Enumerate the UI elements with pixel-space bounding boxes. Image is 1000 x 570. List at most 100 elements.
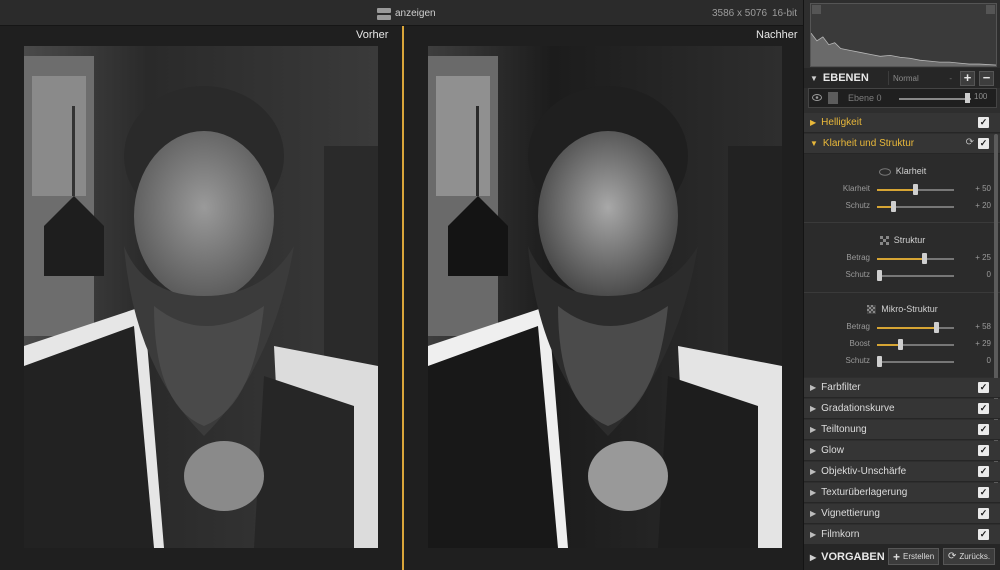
check-icon[interactable]: ✓ bbox=[978, 487, 989, 498]
presets-title: VORGABEN bbox=[821, 551, 885, 563]
image-dimensions: 3586 x 5076 bbox=[712, 8, 768, 19]
expand-triangle-icon: ▶ bbox=[810, 118, 817, 127]
filter-label: Klarheit und Struktur bbox=[822, 138, 915, 149]
expand-triangle-icon: ▶ bbox=[810, 509, 817, 518]
expand-triangle-icon[interactable]: ▶ bbox=[810, 553, 816, 562]
expand-triangle-icon: ▶ bbox=[810, 383, 817, 392]
slider-row[interactable]: Schutz + 20 bbox=[804, 200, 1000, 214]
slider-knob[interactable] bbox=[897, 339, 903, 350]
check-icon[interactable]: ✓ bbox=[978, 424, 989, 435]
check-icon[interactable]: ✓ bbox=[978, 117, 989, 128]
slider-label: Betrag bbox=[846, 253, 870, 262]
show-label: anzeigen bbox=[395, 8, 436, 19]
filter-gradationskurve[interactable]: ▶ Gradationskurve ✓ bbox=[804, 399, 1000, 419]
slider-value: + 29 bbox=[975, 339, 991, 348]
layer-thumbnail bbox=[828, 92, 838, 104]
group-separator bbox=[804, 292, 1000, 293]
filter-objektiv-unschaerfe[interactable]: ▶ Objektiv-Unschärfe ✓ bbox=[804, 462, 1000, 482]
slider-fill bbox=[877, 189, 913, 191]
slider-track[interactable] bbox=[877, 361, 954, 363]
layer-name: Ebene 0 bbox=[848, 93, 882, 103]
slider-row[interactable]: Betrag + 25 bbox=[804, 252, 1000, 266]
slider-label: Schutz bbox=[845, 201, 870, 210]
slider-value: + 25 bbox=[975, 253, 991, 262]
shadow-clip-indicator[interactable] bbox=[812, 5, 821, 14]
filter-helligkeit[interactable]: ▶ Helligkeit ✓ bbox=[804, 113, 1000, 133]
after-label: Nachher bbox=[756, 29, 798, 41]
filter-label: Filmkorn bbox=[821, 529, 860, 540]
layer-row[interactable]: Ebene 0 100 bbox=[808, 88, 997, 108]
slider-label: Schutz bbox=[845, 270, 870, 279]
slider-knob[interactable] bbox=[891, 201, 897, 212]
slider-row[interactable]: Klarheit + 50 bbox=[804, 183, 1000, 197]
slider-knob[interactable] bbox=[877, 270, 882, 281]
expand-triangle-icon: ▶ bbox=[810, 425, 817, 434]
filter-label: Farbfilter bbox=[821, 382, 861, 393]
fine-checker-icon bbox=[867, 305, 877, 315]
presets-footer: ▶ VORGABEN + Erstellen ⟳ Zurücks. bbox=[804, 544, 1000, 570]
check-icon[interactable]: ✓ bbox=[978, 403, 989, 414]
check-icon[interactable]: ✓ bbox=[978, 382, 989, 393]
slider-row[interactable]: Schutz 0 bbox=[804, 269, 1000, 283]
filter-texturueberlagerung[interactable]: ▶ Texturüberlagerung ✓ bbox=[804, 483, 1000, 503]
check-icon[interactable]: ✓ bbox=[978, 445, 989, 456]
layers-header: ▼ EBENEN Normal - + − bbox=[804, 68, 1000, 88]
slider-knob[interactable] bbox=[933, 322, 939, 333]
filter-teiltonung[interactable]: ▶ Teiltonung ✓ bbox=[804, 420, 1000, 440]
clarity-group-title: Klarheit bbox=[804, 166, 1000, 176]
slider-track[interactable] bbox=[877, 275, 954, 277]
slider-knob[interactable] bbox=[922, 253, 927, 264]
slider-knob[interactable] bbox=[877, 356, 882, 367]
check-icon[interactable]: ✓ bbox=[978, 529, 989, 540]
slider-fill bbox=[877, 206, 892, 208]
create-label: Erstellen bbox=[903, 552, 935, 561]
filter-label: Vignettierung bbox=[821, 508, 880, 519]
structure-group-title: Struktur bbox=[804, 235, 1000, 246]
reset-presets-button[interactable]: ⟳ Zurücks. bbox=[943, 548, 996, 565]
filter-farbfilter[interactable]: ▶ Farbfilter ✓ bbox=[804, 378, 1000, 398]
slider-row[interactable]: Schutz 0 bbox=[804, 355, 1000, 369]
filter-klarheit-und-struktur[interactable]: ▼ Klarheit und Struktur ⟳ ✓ bbox=[804, 134, 1000, 154]
slider-knob[interactable] bbox=[913, 184, 918, 195]
highlight-clip-indicator[interactable] bbox=[986, 5, 995, 14]
show-toggle-button[interactable]: anzeigen bbox=[377, 6, 436, 21]
micro-structure-group-title: Mikro-Struktur bbox=[804, 304, 1000, 315]
check-icon[interactable]: ✓ bbox=[978, 466, 989, 477]
slider-fill bbox=[877, 344, 898, 346]
eye-icon[interactable] bbox=[809, 93, 825, 103]
add-layer-button[interactable]: + bbox=[960, 71, 975, 86]
filter-filmkorn[interactable]: ▶ Filmkorn ✓ bbox=[804, 525, 1000, 545]
plus-icon: + bbox=[893, 549, 901, 564]
before-image bbox=[24, 46, 378, 548]
create-preset-button[interactable]: + Erstellen bbox=[888, 548, 940, 565]
slider-fill bbox=[877, 258, 922, 260]
slider-label: Betrag bbox=[846, 322, 870, 331]
check-icon[interactable]: ✓ bbox=[978, 138, 989, 149]
refresh-icon[interactable]: ⟳ bbox=[966, 137, 974, 148]
panel-scrollbar[interactable] bbox=[994, 134, 998, 494]
check-icon[interactable]: ✓ bbox=[978, 508, 989, 519]
collapse-triangle-icon: ▼ bbox=[810, 139, 818, 148]
filter-glow[interactable]: ▶ Glow ✓ bbox=[804, 441, 1000, 461]
expand-triangle-icon: ▶ bbox=[810, 446, 817, 455]
eye-icon bbox=[878, 167, 891, 176]
blend-mode-value: Normal bbox=[893, 73, 919, 83]
slider-fill bbox=[877, 327, 934, 329]
before-after-divider[interactable] bbox=[402, 26, 404, 570]
blend-mode-select[interactable]: Normal - bbox=[888, 71, 958, 85]
slider-label: Schutz bbox=[845, 356, 870, 365]
remove-layer-button[interactable]: − bbox=[979, 71, 994, 86]
slider-row[interactable]: Betrag + 58 bbox=[804, 321, 1000, 335]
expand-triangle-icon: ▶ bbox=[810, 404, 817, 413]
layer-opacity-track[interactable] bbox=[899, 98, 971, 100]
filter-label: Teiltonung bbox=[821, 424, 867, 435]
expand-triangle-icon: ▶ bbox=[810, 467, 817, 476]
filter-label: Objektiv-Unschärfe bbox=[821, 466, 907, 477]
reset-label: Zurücks. bbox=[959, 552, 991, 561]
collapse-triangle-icon[interactable]: ▼ bbox=[810, 74, 818, 83]
layer-opacity-knob[interactable] bbox=[965, 93, 970, 103]
bit-depth: 16-bit bbox=[772, 8, 798, 19]
filter-vignettierung[interactable]: ▶ Vignettierung ✓ bbox=[804, 504, 1000, 524]
histogram bbox=[810, 3, 997, 67]
slider-row[interactable]: Boost + 29 bbox=[804, 338, 1000, 352]
